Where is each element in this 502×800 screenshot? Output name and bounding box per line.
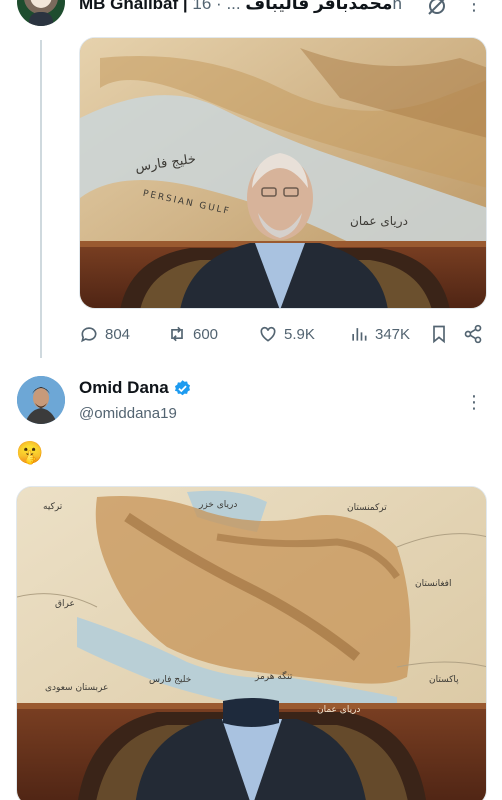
bookmark-icon bbox=[433, 325, 445, 344]
map-label: خلیج فارس bbox=[149, 675, 192, 685]
share-button[interactable] bbox=[463, 322, 489, 346]
author-handle[interactable]: @omiddana19 bbox=[79, 404, 177, 424]
author-name-row[interactable]: Omid Dana bbox=[79, 377, 192, 399]
author-avatar[interactable] bbox=[17, 0, 65, 26]
tweet-text: 🤫 bbox=[16, 440, 44, 465]
map-label: دریای عمان bbox=[317, 705, 361, 715]
tweet-header: MB Ghalibaf | محمدباقر قالیباف ... · 16h bbox=[79, 0, 419, 14]
retweet-button[interactable]: 600 bbox=[167, 322, 218, 346]
like-button[interactable]: 5.9K bbox=[258, 322, 315, 346]
views-count: 347K bbox=[375, 325, 411, 343]
map-label: دریای عمان bbox=[350, 214, 408, 228]
tweet-photo[interactable]: خلیج فارس PERSIAN GULF دریای عمان bbox=[79, 37, 487, 309]
like-count: 5.9K bbox=[284, 325, 315, 343]
map-label: دریای خزر bbox=[199, 500, 238, 510]
map-label: عربستان سعودی bbox=[45, 683, 109, 693]
share-icon bbox=[464, 324, 482, 344]
retweet-count: 600 bbox=[193, 325, 219, 343]
verified-badge-icon bbox=[174, 379, 190, 395]
map-label: افغانستان bbox=[415, 579, 452, 589]
grok-icon[interactable] bbox=[425, 0, 449, 18]
reply-button[interactable]: 804 bbox=[79, 322, 130, 346]
reply-count: 804 bbox=[105, 325, 131, 343]
retweet-icon bbox=[171, 326, 183, 342]
views-button[interactable]: 347K bbox=[349, 322, 410, 346]
author-name[interactable]: Omid Dana bbox=[79, 377, 169, 399]
map-label: تنگه هرمز bbox=[255, 672, 293, 682]
tweet-photo[interactable]: ترکیه دریای خزر ترکمنستان عراق افغانستان… bbox=[16, 486, 487, 800]
more-options-icon[interactable]: ⋮ bbox=[462, 390, 486, 414]
more-options-icon[interactable]: ⋮ bbox=[462, 0, 486, 16]
map-label: ترکیه bbox=[43, 502, 63, 512]
avatar-image bbox=[17, 376, 65, 424]
name-truncation: ... bbox=[226, 0, 241, 13]
author-avatar[interactable] bbox=[17, 376, 65, 424]
map-label: پاکستان bbox=[429, 675, 459, 685]
heart-icon bbox=[260, 326, 276, 342]
reply-icon bbox=[81, 327, 97, 343]
bookmark-button[interactable] bbox=[429, 322, 455, 346]
map-label: عراق bbox=[55, 599, 75, 609]
map-label: ترکمنستان bbox=[347, 503, 387, 513]
map-illustration bbox=[17, 487, 486, 800]
views-icon bbox=[352, 328, 367, 341]
meta-separator: · bbox=[216, 0, 222, 13]
thread-connector-line bbox=[40, 40, 42, 358]
